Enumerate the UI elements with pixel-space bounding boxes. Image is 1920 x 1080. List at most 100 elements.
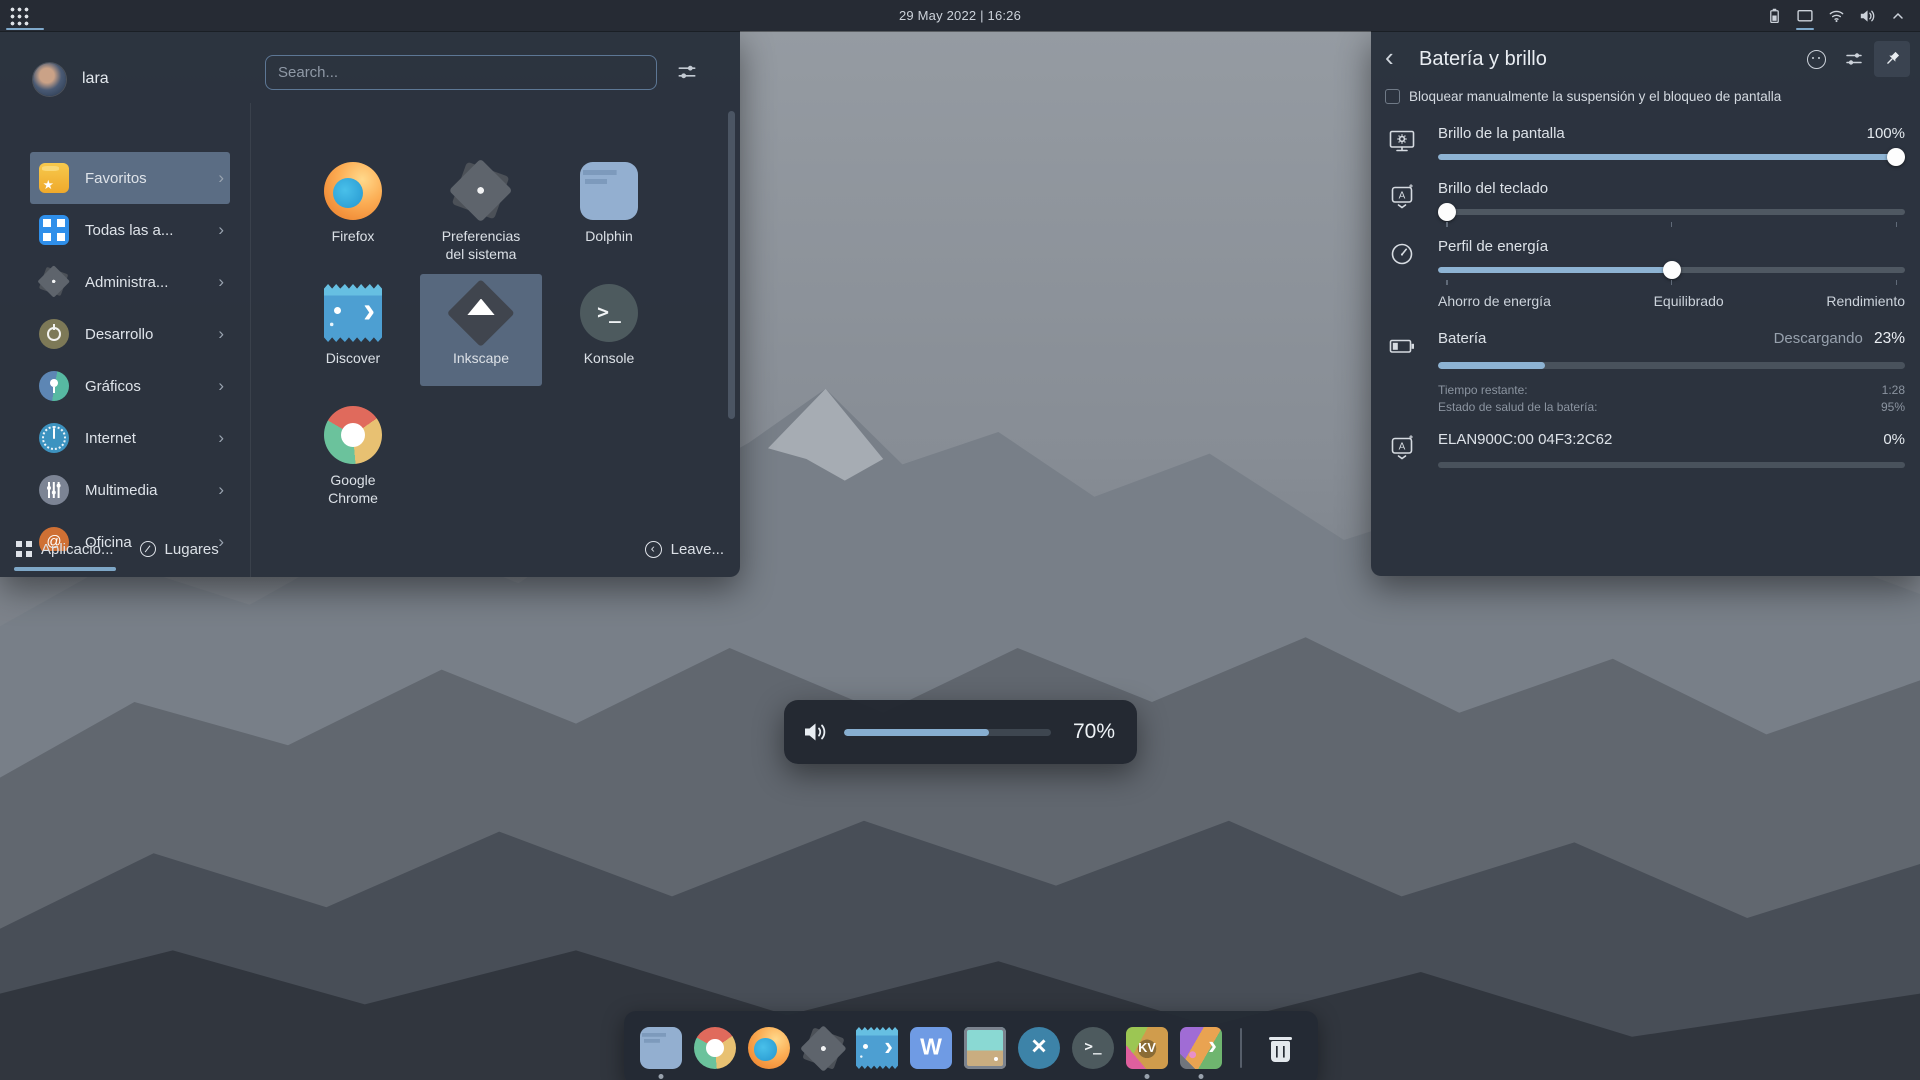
- device-progressbar: [1438, 462, 1905, 468]
- dock-item-dolphin[interactable]: [640, 1027, 682, 1069]
- app-item-inkscape[interactable]: Inkscape: [420, 274, 542, 386]
- sidebar-item-administration[interactable]: Administra... ›: [30, 256, 230, 308]
- sidebar-item-multimedia[interactable]: Multimedia ›: [30, 464, 230, 516]
- panel-title: Batería y brillo: [1419, 48, 1796, 71]
- battery-detail-row: Tiempo restante: 1:28: [1438, 382, 1905, 399]
- chevron-right-icon: ›: [218, 480, 224, 500]
- dock-item-vscode[interactable]: [1018, 1027, 1060, 1069]
- svg-text:A: A: [1399, 191, 1406, 202]
- trash-icon: [1260, 1027, 1302, 1069]
- dock-item-firefox[interactable]: [748, 1027, 790, 1069]
- kv-icon: [1126, 1027, 1168, 1069]
- svg-text:A: A: [1399, 442, 1406, 453]
- pin-button[interactable]: [1874, 41, 1910, 77]
- system-settings-icon: [452, 162, 510, 220]
- peripheral-battery-icon: A: [1387, 432, 1417, 462]
- battery-brightness-panel: ‹ Batería y brillo Bloquear manualmente …: [1371, 31, 1920, 576]
- display-brightness-icon: [1387, 126, 1417, 156]
- chevron-right-icon: ›: [218, 324, 224, 344]
- dock-item-discover[interactable]: [856, 1027, 898, 1069]
- leave-button[interactable]: Leave...: [645, 541, 724, 558]
- device-label: ELAN900C:00 04F3:2C62: [1438, 431, 1612, 448]
- app-item-chrome[interactable]: Google Chrome: [292, 396, 414, 508]
- dock-item-chrome[interactable]: [694, 1027, 736, 1069]
- chevron-right-icon: ›: [218, 220, 224, 240]
- footer-tab-places[interactable]: Lugares: [140, 541, 219, 558]
- keyboard-brightness-label: Brillo del teclado: [1438, 180, 1548, 197]
- app-item-firefox[interactable]: Firefox: [292, 152, 414, 264]
- power-profile-slider[interactable]: [1438, 260, 1905, 280]
- emoji-icon[interactable]: [1798, 41, 1834, 77]
- slider-handle[interactable]: [1438, 203, 1456, 221]
- configure-icon[interactable]: [676, 61, 698, 88]
- paint-icon: [1180, 1027, 1222, 1069]
- avatar[interactable]: [33, 63, 66, 96]
- checkbox-label: Bloquear manualmente la suspensión y el …: [1409, 89, 1781, 104]
- sidebar-item-graphics[interactable]: Gráficos ›: [30, 360, 230, 412]
- slider-handle[interactable]: [1887, 148, 1905, 166]
- dolphin-icon: [580, 162, 638, 220]
- back-button[interactable]: ‹: [1385, 44, 1409, 70]
- scrollbar[interactable]: [728, 111, 735, 419]
- chrome-icon: [694, 1027, 736, 1069]
- keyboard-brightness-slider[interactable]: [1438, 202, 1905, 222]
- konsole-icon: [1072, 1027, 1114, 1069]
- battery-progressbar: [1438, 362, 1905, 369]
- top-panel: 29 May 2022 | 16:26: [0, 0, 1920, 31]
- dock-item-separator: [1234, 1028, 1248, 1068]
- lock-suspend-checkbox[interactable]: [1385, 89, 1400, 104]
- search-input[interactable]: [265, 55, 657, 90]
- dolphin-icon: [640, 1027, 682, 1069]
- dock-item-paint[interactable]: [1180, 1027, 1222, 1069]
- keyboard-brightness-icon: A: [1387, 181, 1417, 211]
- wifi-icon[interactable]: [1824, 1, 1848, 30]
- sidebar-item-all-apps[interactable]: Todas las a... ›: [30, 204, 230, 256]
- screen-brightness-label: Brillo de la pantalla: [1438, 125, 1565, 142]
- application-launcher-button[interactable]: [0, 0, 54, 31]
- configure-icon[interactable]: [1836, 41, 1872, 77]
- sidebar-item-internet[interactable]: Internet ›: [30, 412, 230, 464]
- inkscape-icon: [452, 284, 510, 342]
- launcher-footer: Aplicacio... Lugares Leave...: [0, 521, 740, 577]
- power-profile-label: Perfil de energía: [1438, 238, 1548, 255]
- footer-tab-applications[interactable]: Aplicacio...: [16, 541, 114, 558]
- dock-item-kv[interactable]: [1126, 1027, 1168, 1069]
- slider-handle[interactable]: [1663, 261, 1681, 279]
- discover-icon: [324, 284, 382, 342]
- volume-osd: 70%: [784, 700, 1137, 764]
- profile-option-powersave[interactable]: Ahorro de energía: [1438, 293, 1551, 309]
- screen-brightness-value: 100%: [1867, 125, 1905, 142]
- chevron-up-icon[interactable]: [1886, 1, 1910, 30]
- favorites-icon: [39, 163, 69, 193]
- chevron-right-icon: ›: [218, 428, 224, 448]
- separator-icon: [1240, 1028, 1242, 1068]
- digital-clock[interactable]: 29 May 2022 | 16:26: [899, 8, 1021, 23]
- vscode-icon: [1018, 1027, 1060, 1069]
- battery-status: Descargando: [1774, 330, 1863, 347]
- dock-item-writer[interactable]: [910, 1027, 952, 1069]
- firefox-icon: [324, 162, 382, 220]
- app-item-konsole[interactable]: Konsole: [548, 274, 670, 386]
- profile-option-performance[interactable]: Rendimiento: [1826, 293, 1905, 309]
- dock-item-konsole[interactable]: [1072, 1027, 1114, 1069]
- app-item-system-settings[interactable]: Preferencias del sistema: [420, 152, 542, 264]
- battery-label: Batería: [1438, 330, 1486, 347]
- app-grid-icon: [9, 6, 29, 26]
- writer-icon: [910, 1027, 952, 1069]
- display-brightness-icon[interactable]: [1793, 1, 1817, 30]
- dock-item-gallery[interactable]: [964, 1027, 1006, 1069]
- profile-option-balanced[interactable]: Equilibrado: [1654, 293, 1724, 309]
- dock-item-trash[interactable]: [1260, 1027, 1302, 1069]
- application-launcher-menu: lara Favoritos › Todas las a... › Ad: [0, 31, 740, 577]
- sidebar-item-favorites[interactable]: Favoritos ›: [30, 152, 230, 204]
- battery-icon[interactable]: [1762, 1, 1786, 30]
- chevron-right-icon: ›: [218, 272, 224, 292]
- app-item-dolphin[interactable]: Dolphin: [548, 152, 670, 264]
- sidebar-item-development[interactable]: Desarrollo ›: [30, 308, 230, 360]
- screen-brightness-slider[interactable]: [1438, 147, 1905, 167]
- volume-icon[interactable]: [1855, 1, 1879, 30]
- dock-item-system-settings[interactable]: [802, 1027, 844, 1069]
- app-item-discover[interactable]: Discover: [292, 274, 414, 386]
- konsole-icon: [580, 284, 638, 342]
- slider-ticks: [1438, 222, 1905, 228]
